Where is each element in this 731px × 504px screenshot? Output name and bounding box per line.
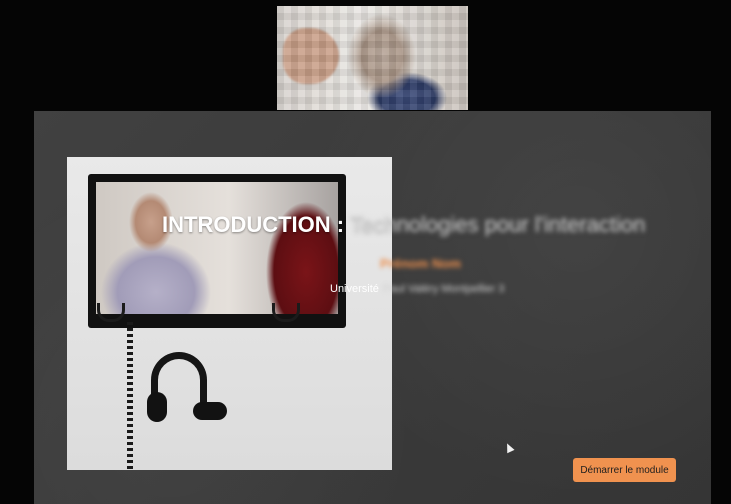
slide-title-prefix: INTRODUCTION : — [162, 212, 345, 237]
university-prefix: Université — [330, 283, 379, 295]
slide-university: Université Paul Valéry Montpellier 3 — [330, 283, 504, 295]
webcam-video — [277, 6, 468, 110]
slide-panel: INTRODUCTION : Technologies pour l'intera… — [34, 111, 711, 504]
slide-title: INTRODUCTION : Technologies pour l'intera… — [162, 212, 645, 238]
slide-photo — [67, 157, 392, 470]
start-module-button[interactable]: Démarrer le module — [573, 458, 676, 482]
headphones-icon — [145, 352, 227, 424]
university-rest: Paul Valéry Montpellier 3 — [382, 283, 505, 295]
slide-title-rest: Technologies pour l'interaction — [350, 212, 646, 237]
slide-author: Prénom Nom — [380, 256, 461, 271]
webcam-pixelation — [277, 6, 468, 110]
tv-monitor — [88, 174, 346, 328]
tv-screen — [96, 182, 338, 314]
headphone-cable — [127, 322, 133, 470]
